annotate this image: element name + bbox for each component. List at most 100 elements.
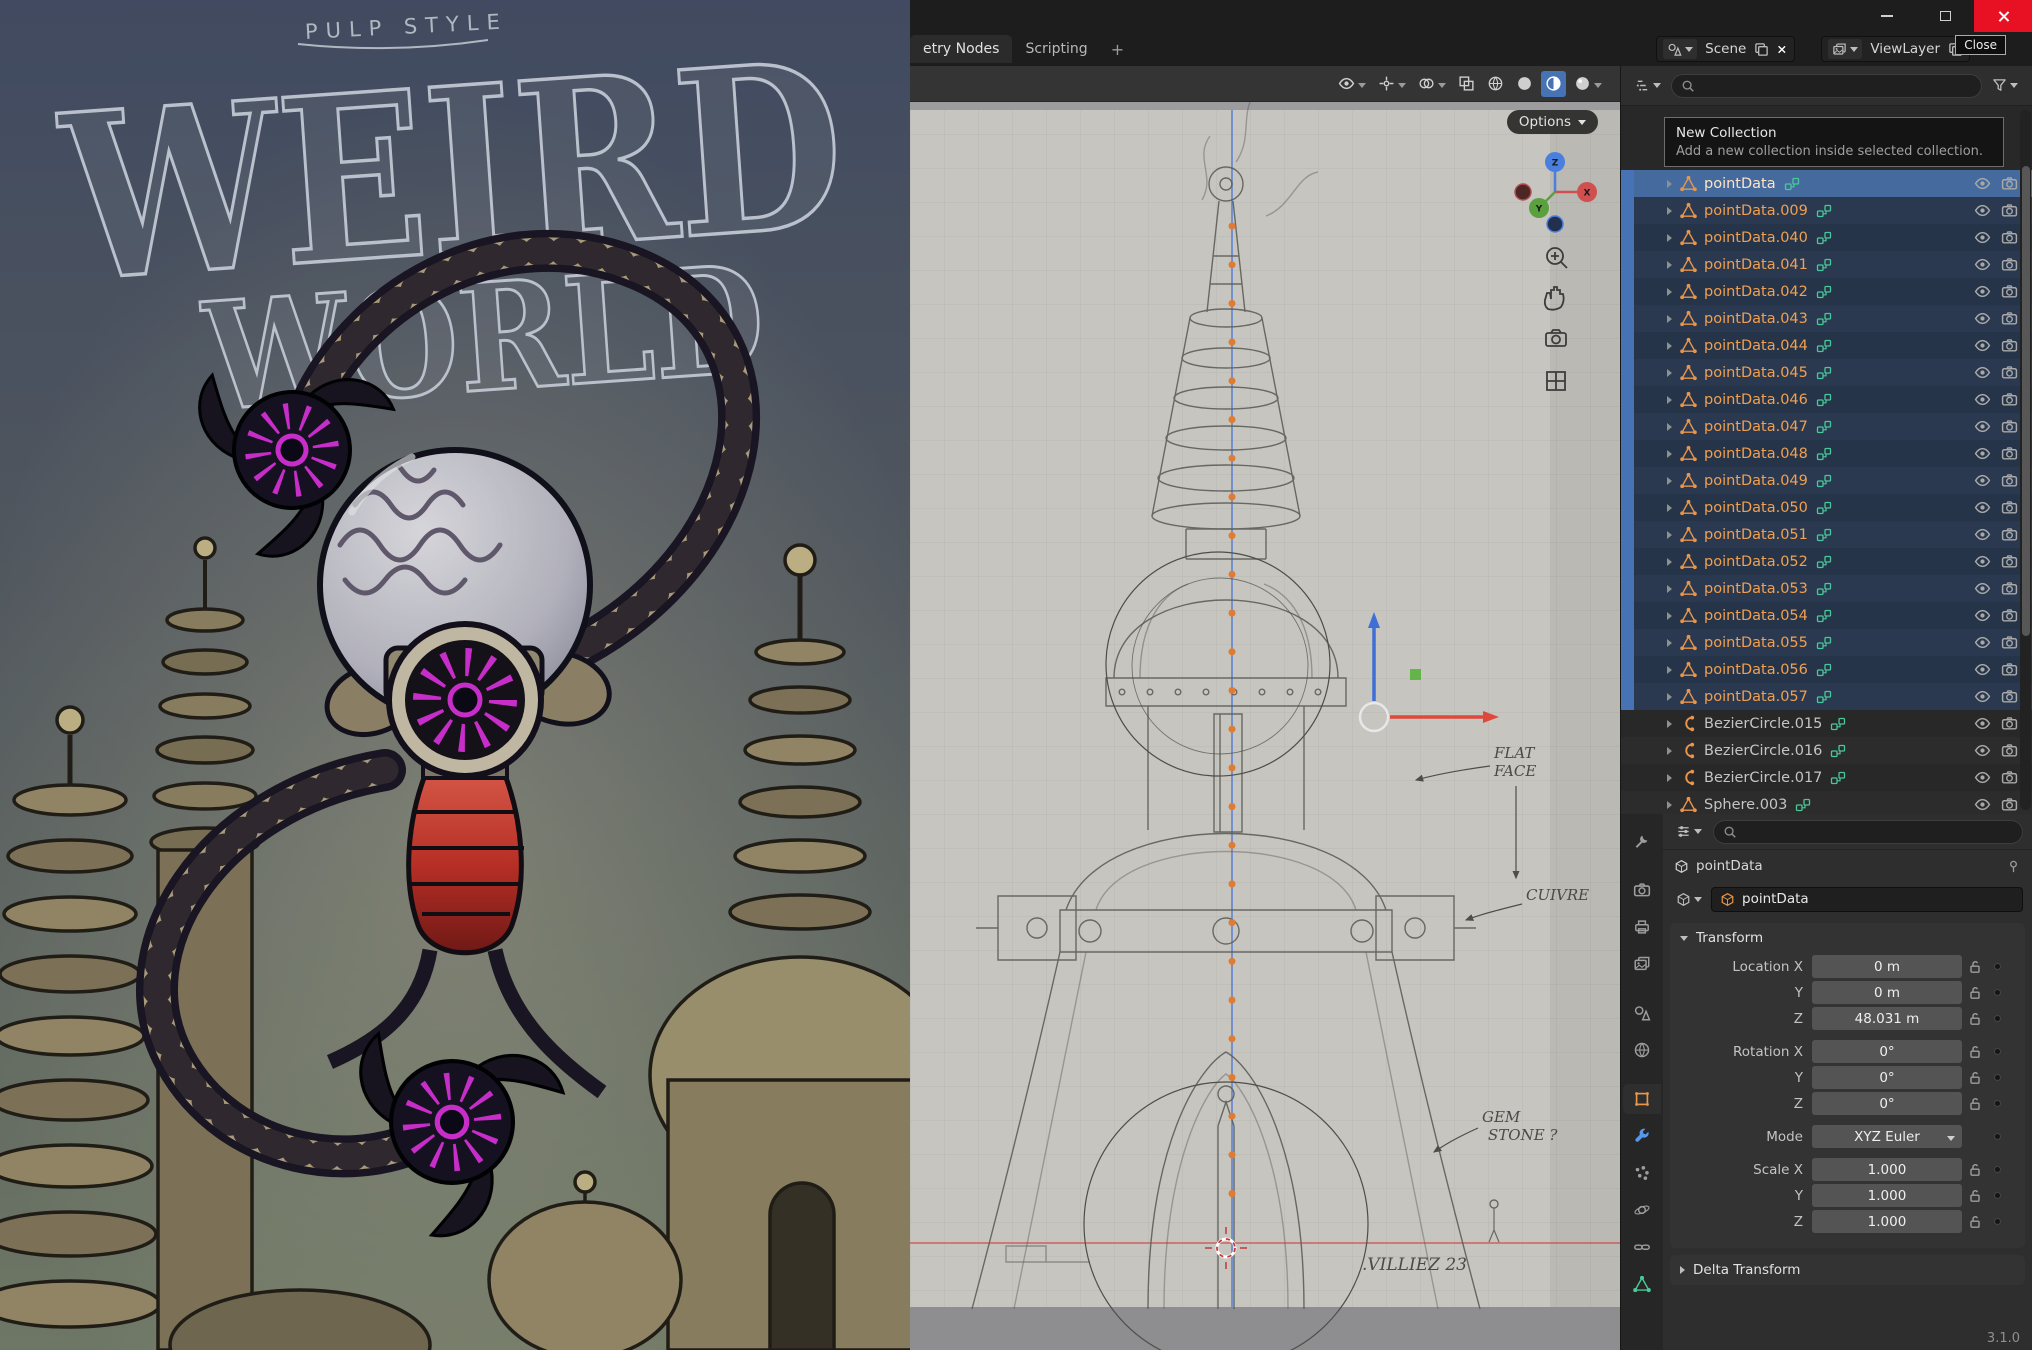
animate-property-dot[interactable]	[1994, 989, 2001, 996]
outliner-row-pointdata-051[interactable]: pointData.051	[1621, 521, 2032, 548]
value-field[interactable]: 0°	[1812, 1092, 1962, 1115]
object-name[interactable]: pointData.040	[1704, 230, 1808, 246]
lock-open-icon[interactable]	[1967, 1162, 1983, 1178]
outliner-row-pointdata-049[interactable]: pointData.049	[1621, 467, 2032, 494]
disable-in-renders-icon[interactable]	[2001, 553, 2018, 570]
object-name[interactable]: pointData.042	[1704, 284, 1808, 300]
lock-open-icon[interactable]	[1967, 959, 1983, 975]
expand-arrow-icon[interactable]	[1667, 257, 1672, 273]
expand-arrow-icon[interactable]	[1667, 392, 1672, 408]
disable-in-renders-icon[interactable]	[2001, 229, 2018, 246]
hide-in-viewport-icon[interactable]	[1974, 202, 1991, 219]
properties-tab-object[interactable]	[1623, 1084, 1661, 1114]
properties-tab-physics[interactable]	[1623, 1195, 1661, 1225]
object-name[interactable]: pointData.044	[1704, 338, 1808, 354]
object-name[interactable]: BezierCircle.017	[1704, 770, 1822, 786]
object-name[interactable]: pointData	[1704, 176, 1776, 192]
object-browse-button[interactable]	[1672, 889, 1706, 909]
object-name[interactable]: pointData.041	[1704, 257, 1808, 273]
animate-property-dot[interactable]	[1994, 1100, 2001, 1107]
outliner-row-pointdata-044[interactable]: pointData.044	[1621, 332, 2032, 359]
animate-property-dot[interactable]	[1994, 963, 2001, 970]
lock-open-icon[interactable]	[1967, 1214, 1983, 1230]
disable-in-renders-icon[interactable]	[2001, 742, 2018, 759]
viewport-header-icon-visibility-toggles[interactable]	[1334, 71, 1370, 97]
expand-arrow-icon[interactable]	[1667, 230, 1672, 246]
object-name[interactable]: pointData.054	[1704, 608, 1808, 624]
value-field[interactable]: XYZ Euler	[1812, 1125, 1962, 1148]
object-name[interactable]: pointData.009	[1704, 203, 1808, 219]
scene-selector[interactable]: Scene	[1656, 36, 1795, 62]
expand-arrow-icon[interactable]	[1667, 608, 1672, 624]
object-name[interactable]: pointData.046	[1704, 392, 1808, 408]
scrollbar-thumb[interactable]	[2022, 166, 2030, 636]
disable-in-renders-icon[interactable]	[2001, 310, 2018, 327]
disable-in-renders-icon[interactable]	[2001, 256, 2018, 273]
value-field[interactable]: 0°	[1812, 1066, 1962, 1089]
pin-icon[interactable]	[2006, 859, 2021, 874]
outliner-row-pointdata-055[interactable]: pointData.055	[1621, 629, 2032, 656]
outliner-row-pointdata[interactable]: pointData	[1621, 170, 2032, 197]
animate-property-dot[interactable]	[1994, 1218, 2001, 1225]
hide-in-viewport-icon[interactable]	[1974, 661, 1991, 678]
hide-in-viewport-icon[interactable]	[1974, 175, 1991, 192]
lock-open-icon[interactable]	[1967, 1044, 1983, 1060]
hide-in-viewport-icon[interactable]	[1974, 553, 1991, 570]
outliner-row-pointdata-048[interactable]: pointData.048	[1621, 440, 2032, 467]
expand-arrow-icon[interactable]	[1667, 635, 1672, 651]
properties-tab-object-data[interactable]	[1623, 1269, 1661, 1299]
outliner-row-sphere-003[interactable]: Sphere.003	[1621, 791, 2032, 814]
hide-in-viewport-icon[interactable]	[1974, 310, 1991, 327]
properties-tab-output[interactable]	[1623, 912, 1661, 942]
viewport-header-icon-overlays[interactable]	[1414, 71, 1450, 97]
expand-arrow-icon[interactable]	[1667, 554, 1672, 570]
object-name[interactable]: pointData.045	[1704, 365, 1808, 381]
expand-arrow-icon[interactable]	[1667, 797, 1672, 813]
value-field[interactable]: 0 m	[1812, 955, 1962, 978]
disable-in-renders-icon[interactable]	[2001, 499, 2018, 516]
add-workspace-button[interactable]: +	[1101, 40, 1134, 59]
animate-property-dot[interactable]	[1994, 1074, 2001, 1081]
object-name[interactable]: pointData.047	[1704, 419, 1808, 435]
hide-in-viewport-icon[interactable]	[1974, 769, 1991, 786]
disable-in-renders-icon[interactable]	[2001, 202, 2018, 219]
properties-tab-constraints[interactable]	[1623, 1232, 1661, 1262]
expand-arrow-icon[interactable]	[1667, 743, 1672, 759]
outliner-filter-button[interactable]	[1988, 76, 2022, 96]
hide-in-viewport-icon[interactable]	[1974, 391, 1991, 408]
outliner-search-input[interactable]	[1671, 74, 1982, 98]
hide-in-viewport-icon[interactable]	[1974, 229, 1991, 246]
view-layer-browse-button[interactable]	[1828, 39, 1862, 59]
disable-in-renders-icon[interactable]	[2001, 580, 2018, 597]
viewport-header-icon-shading-solid[interactable]	[1512, 71, 1537, 97]
expand-arrow-icon[interactable]	[1667, 338, 1672, 354]
animate-property-dot[interactable]	[1994, 1192, 2001, 1199]
object-name[interactable]: pointData.052	[1704, 554, 1808, 570]
expand-arrow-icon[interactable]	[1667, 446, 1672, 462]
outliner-row-beziercircle-016[interactable]: BezierCircle.016	[1621, 737, 2032, 764]
value-field[interactable]: 1.000	[1812, 1210, 1962, 1233]
disable-in-renders-icon[interactable]	[2001, 283, 2018, 300]
viewport-3d[interactable]: FLAT FACE CUIVRE GEM STONE ? .VILLIEZ 23	[910, 66, 1620, 1350]
outliner-row-pointdata-046[interactable]: pointData.046	[1621, 386, 2032, 413]
properties-tab-modifiers[interactable]	[1623, 1121, 1661, 1151]
properties-tab-render[interactable]	[1623, 875, 1661, 905]
disable-in-renders-icon[interactable]	[2001, 661, 2018, 678]
disable-in-renders-icon[interactable]	[2001, 769, 2018, 786]
expand-arrow-icon[interactable]	[1667, 365, 1672, 381]
breadcrumb-object-name[interactable]: pointData	[1696, 858, 1763, 874]
maximize-button[interactable]	[1916, 0, 1974, 32]
expand-arrow-icon[interactable]	[1667, 500, 1672, 516]
expand-arrow-icon[interactable]	[1667, 770, 1672, 786]
outliner-row-pointdata-040[interactable]: pointData.040	[1621, 224, 2032, 251]
expand-arrow-icon[interactable]	[1667, 473, 1672, 489]
hide-in-viewport-icon[interactable]	[1974, 283, 1991, 300]
outliner-row-pointdata-057[interactable]: pointData.057	[1621, 683, 2032, 710]
disable-in-renders-icon[interactable]	[2001, 688, 2018, 705]
hide-in-viewport-icon[interactable]	[1974, 796, 1991, 813]
expand-arrow-icon[interactable]	[1667, 419, 1672, 435]
hide-in-viewport-icon[interactable]	[1974, 688, 1991, 705]
view-layer-selector[interactable]: ViewLayer	[1821, 36, 1970, 62]
new-scene-icon[interactable]	[1754, 42, 1769, 57]
properties-tab-scene[interactable]	[1623, 998, 1661, 1028]
